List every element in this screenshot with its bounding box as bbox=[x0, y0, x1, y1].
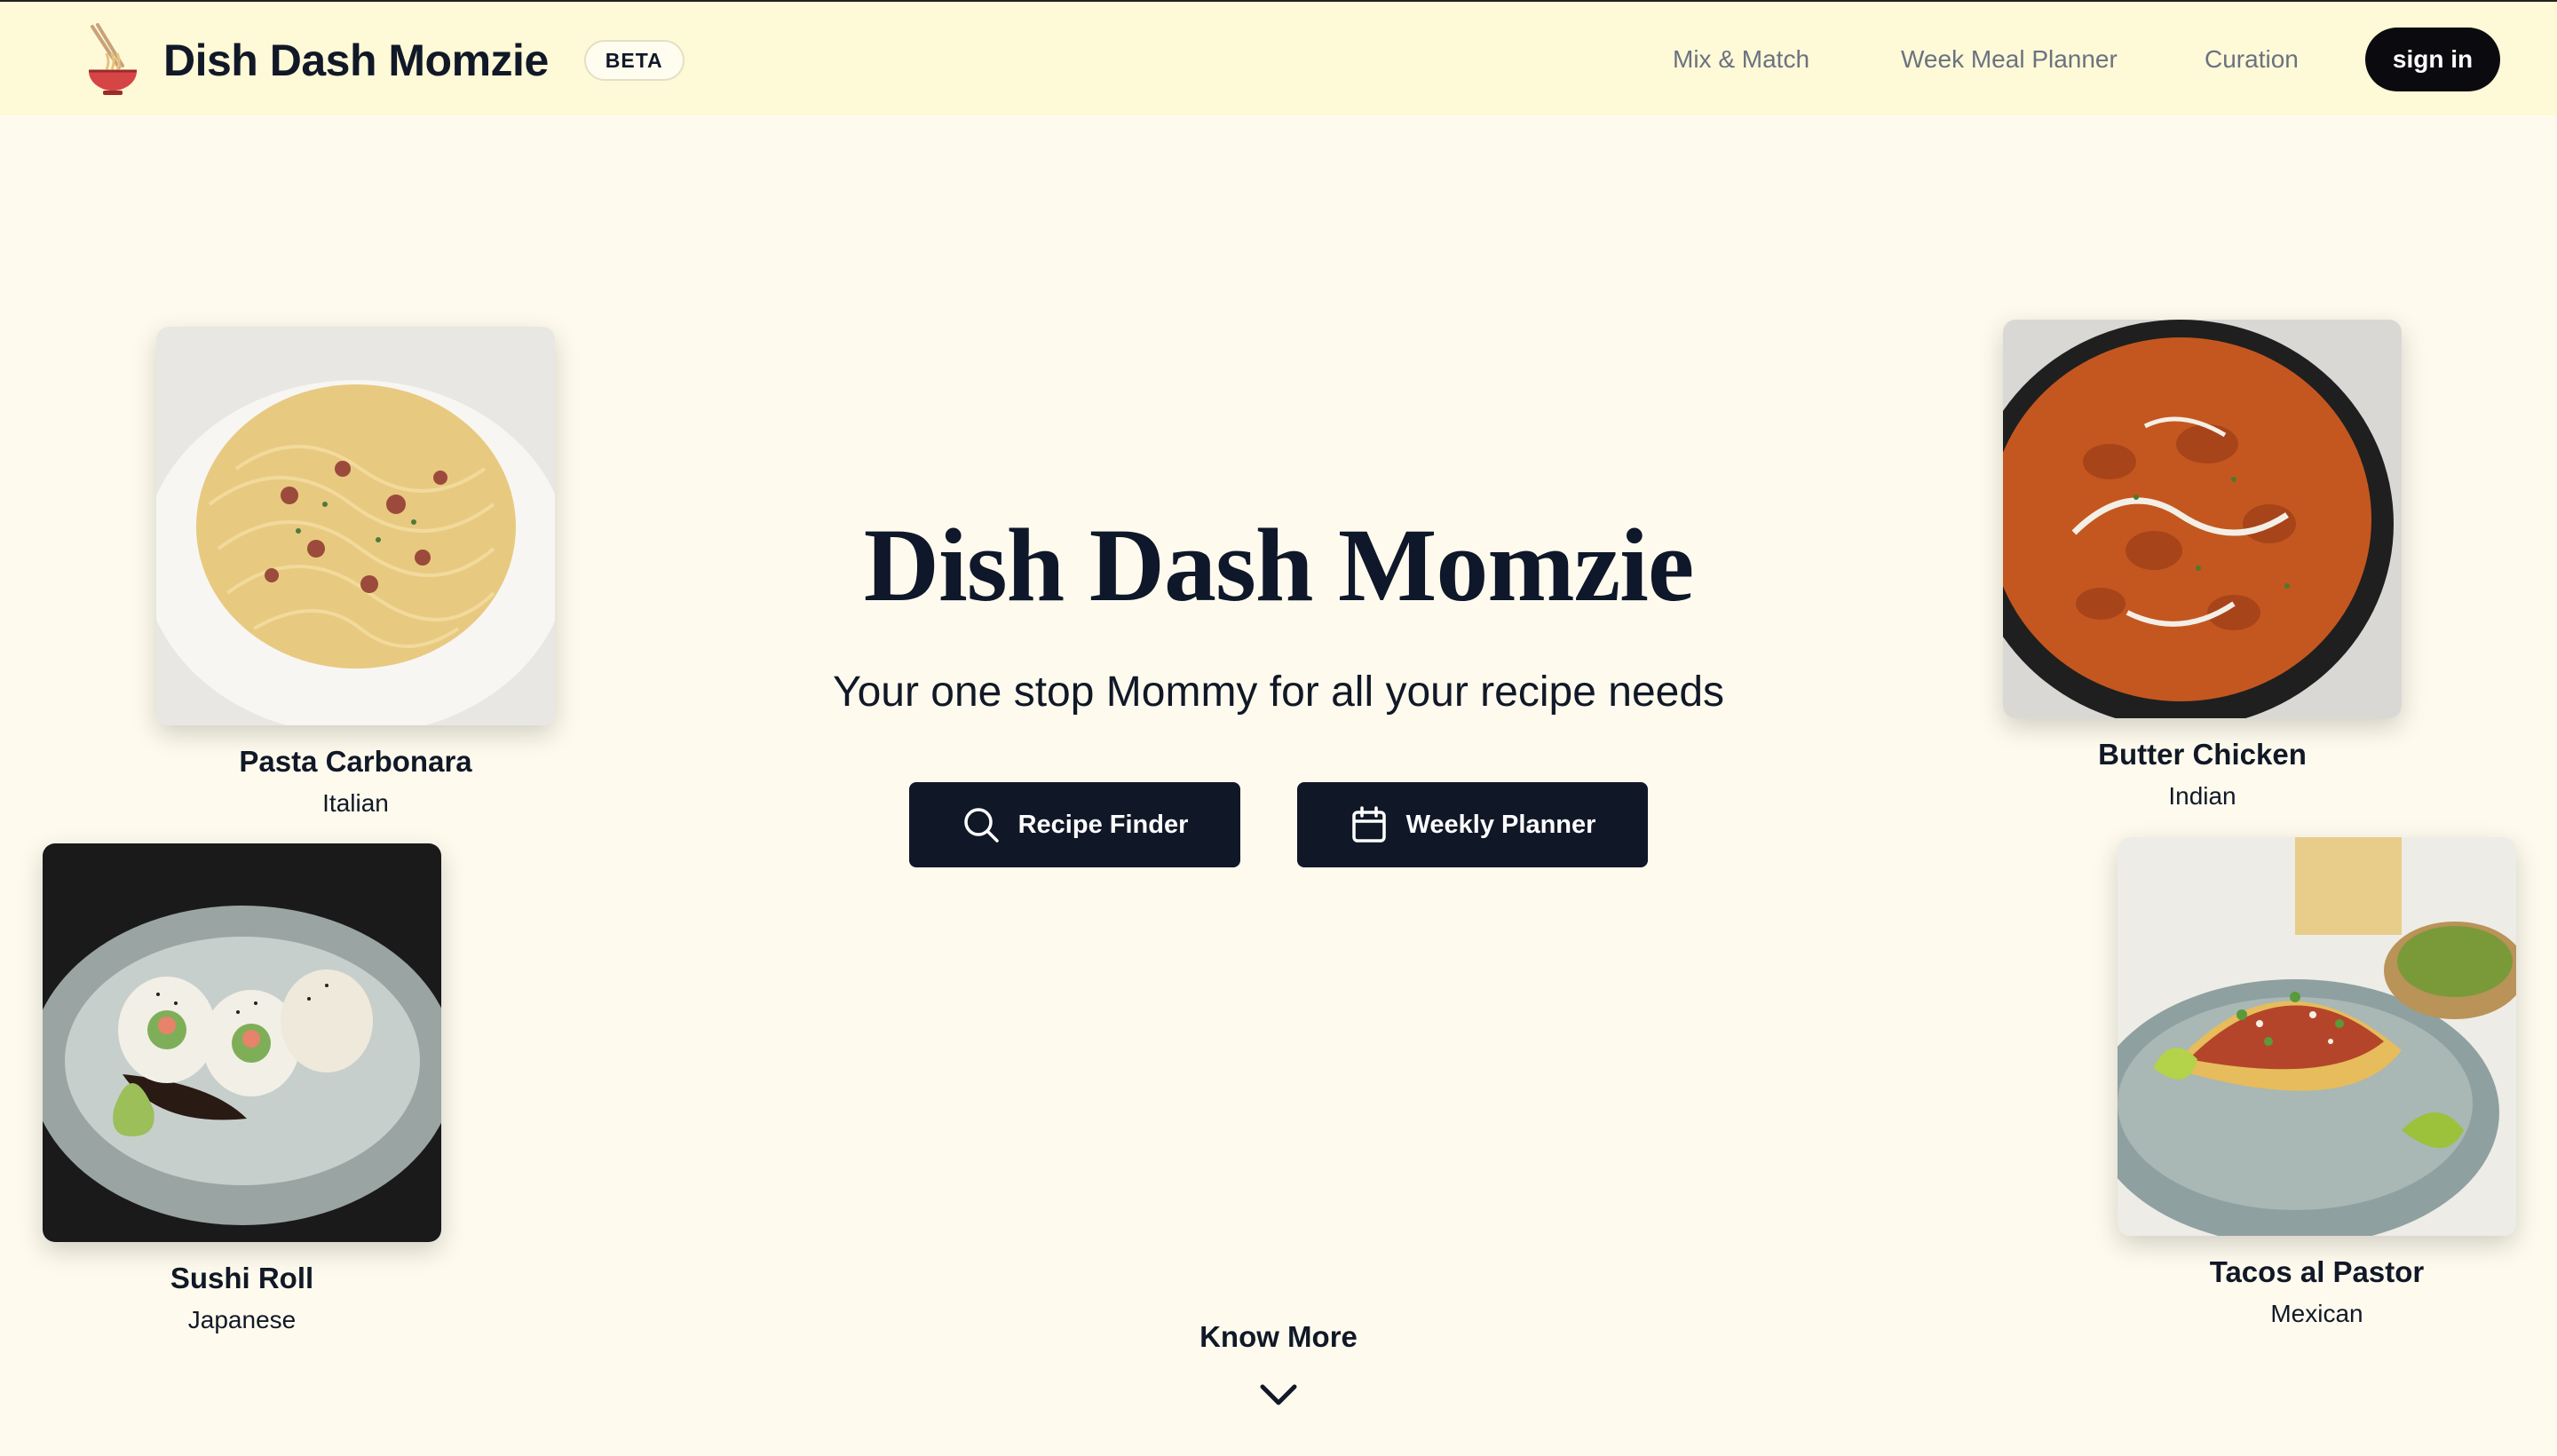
nav-link-curation[interactable]: Curation bbox=[2205, 45, 2299, 74]
sign-in-button[interactable]: sign in bbox=[2365, 28, 2500, 91]
weekly-planner-button[interactable]: Weekly Planner bbox=[1297, 782, 1648, 867]
noodle-bowl-logo-icon bbox=[89, 23, 137, 95]
dish-name: Sushi Roll bbox=[170, 1262, 314, 1294]
brand[interactable]: Dish Dash Momzie BETA bbox=[83, 23, 685, 98]
search-icon bbox=[963, 808, 999, 843]
dish-name: Butter Chicken bbox=[2098, 738, 2307, 771]
dish-photo-sushi-roll bbox=[43, 843, 441, 1242]
dish-name: Tacos al Pastor bbox=[2209, 1255, 2425, 1288]
brand-name: Dish Dash Momzie bbox=[163, 36, 549, 85]
top-navbar: Dish Dash Momzie BETA Mix & Match Week M… bbox=[0, 0, 2557, 115]
chevron-down-icon[interactable] bbox=[1259, 1381, 1298, 1408]
recipe-finder-button[interactable]: Recipe Finder bbox=[909, 782, 1240, 867]
beta-badge: BETA bbox=[583, 40, 685, 81]
weekly-planner-label: Weekly Planner bbox=[1405, 810, 1596, 839]
dish-photo-tacos-al-pastor bbox=[2118, 837, 2516, 1236]
dish-photo-pasta-carbonara bbox=[156, 327, 555, 725]
dish-cuisine: Italian bbox=[322, 789, 389, 817]
know-more-link[interactable]: Know More bbox=[0, 1320, 2557, 1354]
nav-link-mix-match[interactable]: Mix & Match bbox=[1673, 45, 1809, 74]
recipe-finder-label: Recipe Finder bbox=[1017, 810, 1189, 839]
dish-cuisine: Indian bbox=[2168, 782, 2236, 810]
dish-card-tacos-al-pastor[interactable]: Tacos al Pastor Mexican bbox=[2118, 837, 2516, 1328]
dish-card-pasta-carbonara[interactable]: Pasta Carbonara Italian bbox=[156, 327, 555, 818]
calendar-icon bbox=[1351, 806, 1386, 843]
dish-card-sushi-roll[interactable]: Sushi Roll Japanese bbox=[43, 843, 441, 1334]
dish-card-butter-chicken[interactable]: Butter Chicken Indian bbox=[2003, 320, 2402, 811]
dish-photo-butter-chicken bbox=[2003, 320, 2402, 718]
dish-name: Pasta Carbonara bbox=[239, 745, 472, 778]
nav-link-week-meal-planner[interactable]: Week Meal Planner bbox=[1901, 45, 2118, 74]
